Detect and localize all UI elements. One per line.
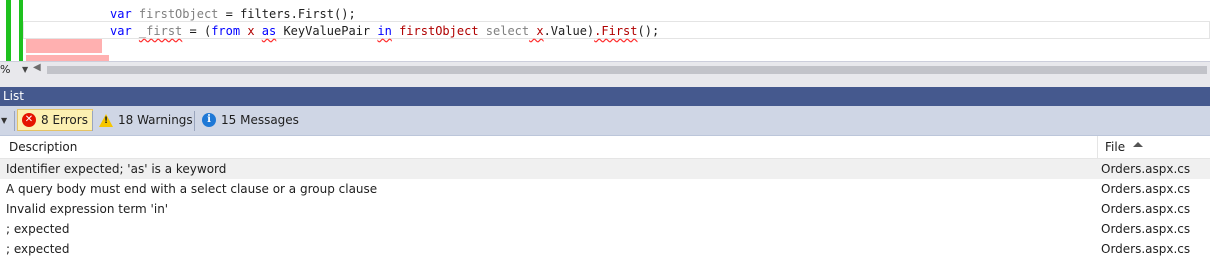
method-first: .First <box>594 24 638 38</box>
identifier-first: _first <box>138 24 183 38</box>
table-row[interactable]: Invalid expression term 'in' Orders.aspx… <box>0 199 1210 219</box>
editor-bottom-strip: % ▼ ◀ <box>0 61 1210 78</box>
error-line-marker <box>26 39 102 53</box>
error-file: Orders.aspx.cs <box>1101 162 1191 176</box>
code-token: x <box>529 24 544 38</box>
error-description: ; expected <box>6 242 70 256</box>
warning-icon: ! <box>99 113 113 127</box>
error-description: Invalid expression term 'in' <box>6 202 169 216</box>
code-token: firstObject <box>391 24 486 38</box>
column-divider[interactable] <box>1097 136 1098 158</box>
toolbar-separator <box>14 111 15 131</box>
table-row[interactable]: A query body must end with a select clau… <box>0 179 1210 199</box>
code-token: x <box>240 24 262 38</box>
keyword-var: var <box>110 24 132 38</box>
code-token: = ( <box>182 24 212 38</box>
panel-title: List <box>3 89 24 103</box>
code-editor[interactable]: var firstObject = filters.First(); var _… <box>0 0 1210 61</box>
error-file: Orders.aspx.cs <box>1101 202 1191 216</box>
code-line-2[interactable]: var _first = (from x as KeyValuePair in … <box>110 23 659 39</box>
scroll-left-arrow-icon[interactable]: ◀ <box>33 62 41 73</box>
error-file: Orders.aspx.cs <box>1101 222 1191 236</box>
sort-ascending-icon <box>1133 142 1143 147</box>
table-row[interactable]: Identifier expected; 'as' is a keyword O… <box>0 159 1210 179</box>
column-header-row: Description File <box>0 136 1210 159</box>
splitter[interactable] <box>0 78 1210 87</box>
code-token: KeyValuePair <box>276 24 378 38</box>
error-file: Orders.aspx.cs <box>1101 242 1191 256</box>
keyword-in: in <box>377 24 392 38</box>
keyword-as: as <box>261 24 277 38</box>
warnings-filter-label: 18 Warnings <box>118 113 193 127</box>
error-list-rows: Identifier expected; 'as' is a keyword O… <box>0 159 1210 259</box>
error-file: Orders.aspx.cs <box>1101 182 1191 196</box>
horizontal-scrollbar-thumb[interactable] <box>47 66 1207 74</box>
zoom-dropdown-icon[interactable]: ▼ <box>22 65 28 74</box>
table-row[interactable]: ; expected Orders.aspx.cs <box>0 219 1210 239</box>
toolbar-separator <box>194 111 195 131</box>
change-tracking-bar <box>6 0 11 61</box>
error-list-toolbar: ▼ ✕ 8 Errors ! 18 Warnings i 15 Messages <box>0 106 1210 136</box>
warnings-filter-button[interactable]: ! 18 Warnings <box>95 109 197 131</box>
identifier-firstObject: firstObject <box>138 7 219 21</box>
column-header-file[interactable]: File <box>1105 140 1125 154</box>
errors-filter-button[interactable]: ✕ 8 Errors <box>17 109 93 131</box>
messages-filter-button[interactable]: i 15 Messages <box>198 109 303 131</box>
code-token: .Value) <box>543 24 595 38</box>
error-description: ; expected <box>6 222 70 236</box>
code-line-1[interactable]: var firstObject = filters.First(); <box>110 6 356 22</box>
error-description: A query body must end with a select clau… <box>6 182 378 196</box>
code-rest: = filters.First(); <box>218 7 356 21</box>
toolbar-separator <box>92 111 93 131</box>
column-header-description[interactable]: Description <box>9 140 77 154</box>
table-row[interactable]: ; expected Orders.aspx.cs <box>0 239 1210 259</box>
keyword-from: from <box>211 24 241 38</box>
errors-filter-label: 8 Errors <box>41 113 88 127</box>
code-token: (); <box>637 24 660 38</box>
zoom-level[interactable]: % <box>0 63 10 76</box>
info-icon: i <box>202 113 216 127</box>
messages-filter-label: 15 Messages <box>221 113 299 127</box>
keyword-var: var <box>110 7 132 21</box>
error-description: Identifier expected; 'as' is a keyword <box>6 162 227 176</box>
keyword-select: select <box>485 24 530 38</box>
error-icon: ✕ <box>22 113 36 127</box>
scope-dropdown-icon[interactable]: ▼ <box>1 116 7 125</box>
error-list-header: List <box>0 87 1210 106</box>
